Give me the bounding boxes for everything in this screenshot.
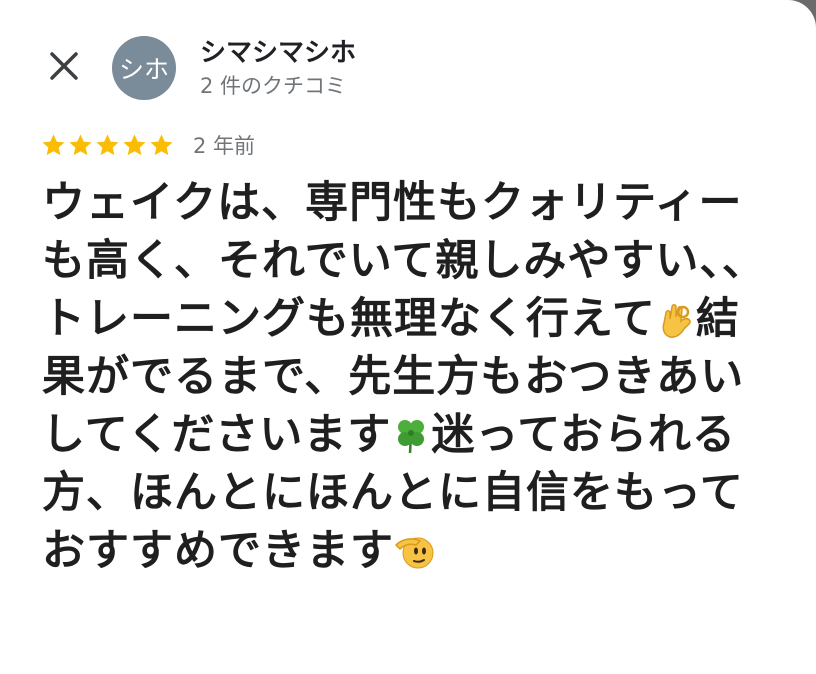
avatar-initials: シホ xyxy=(118,55,169,84)
avatar[interactable]: シホ xyxy=(112,36,176,100)
review-card: シホ シマシマシホ 2 件のクチコミ 2 年前 ウェイクは、専門性もクォリティー… xyxy=(0,0,816,674)
star-rating xyxy=(40,132,175,159)
close-button[interactable] xyxy=(44,46,84,86)
review-text: ウェイクは、専門性もクォリティーも高く、それでいて親しみやすい、、トレーニングも… xyxy=(42,174,782,580)
star-icon xyxy=(42,133,65,155)
saluting-face-icon xyxy=(394,537,434,569)
reviewer-name[interactable]: シマシマシホ xyxy=(200,32,356,69)
star-icon xyxy=(123,133,146,155)
rating-row: 2 年前 xyxy=(40,130,255,160)
four-leaf-clover-icon xyxy=(398,420,425,454)
ok-hand-icon xyxy=(662,304,691,338)
star-icon xyxy=(69,133,92,155)
review-age: 2 年前 xyxy=(193,134,256,158)
reviewer-review-count: 2 件のクチコミ xyxy=(200,74,347,98)
star-icon xyxy=(150,133,173,155)
close-icon[interactable] xyxy=(44,46,84,86)
star-icon xyxy=(96,133,119,155)
